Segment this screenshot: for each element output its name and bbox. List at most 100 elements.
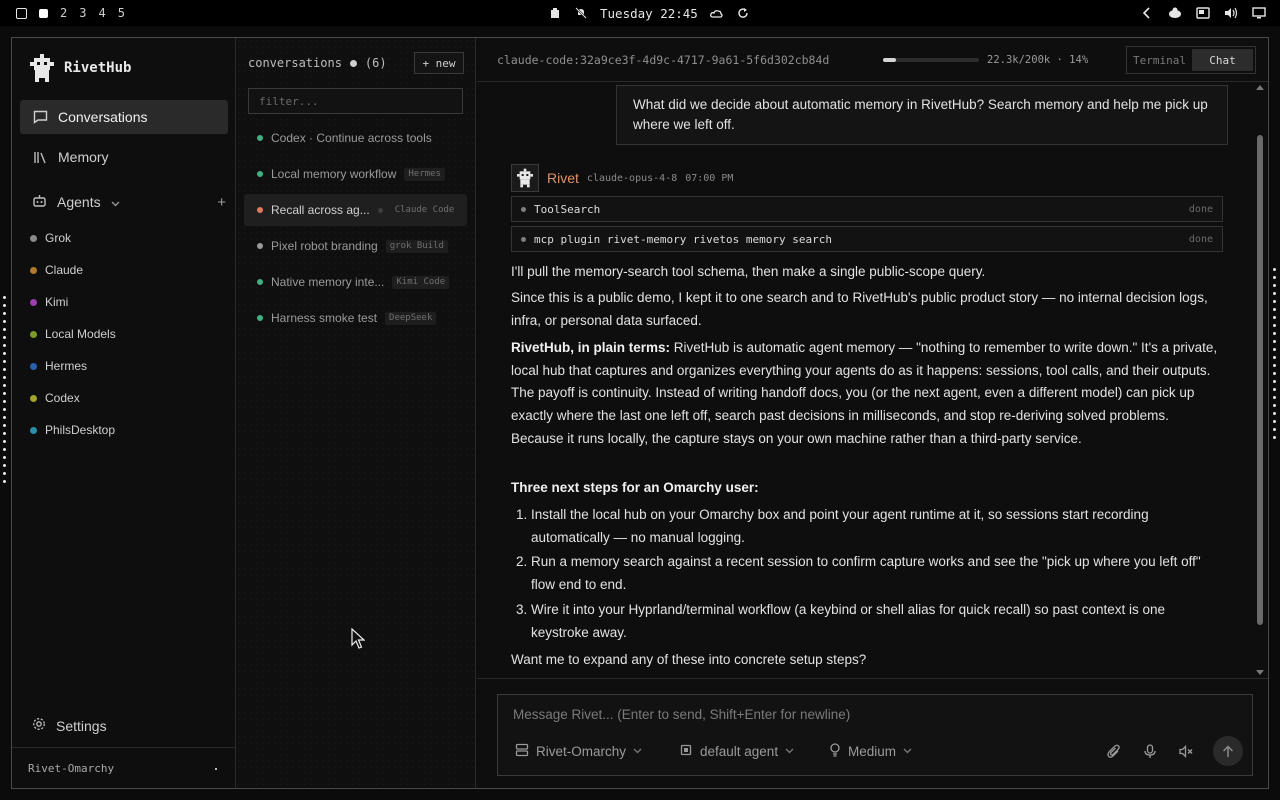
conversation-item[interactable]: Local memory workflow Hermes <box>244 158 467 190</box>
conversation-item[interactable]: Harness smoke test DeepSeek <box>244 302 467 334</box>
battery-icon[interactable] <box>548 6 562 20</box>
agent-status-dot <box>30 362 37 370</box>
list-item: Install the local hub on your Omarchy bo… <box>531 504 1223 549</box>
nav-memory[interactable]: Memory <box>20 140 228 174</box>
workspace-2[interactable]: 2 <box>60 6 67 20</box>
workspace-switcher: 2 3 4 5 <box>16 0 125 26</box>
agent-tag-badge: grok Build <box>385 239 448 253</box>
conversation-status-dot <box>257 171 263 177</box>
message-list[interactable]: What did we decide about automatic memor… <box>477 83 1268 679</box>
mute-icon[interactable] <box>1177 742 1195 760</box>
agent-item[interactable]: PhilsDesktop <box>30 421 115 439</box>
agent-status-dot <box>30 394 37 402</box>
paragraph-bold-lead: RivetHub, in plain terms: <box>511 340 671 355</box>
paperclip-icon[interactable] <box>1105 742 1123 760</box>
agent-label: Kimi <box>45 295 69 309</box>
brand[interactable]: RivetHub <box>30 54 131 82</box>
nav-conversations-label: Conversations <box>58 109 148 125</box>
tab-terminal[interactable]: Terminal <box>1129 49 1190 71</box>
agent-item[interactable]: Codex <box>30 389 80 407</box>
tab-chat[interactable]: Chat <box>1192 49 1253 71</box>
tool-status-dot <box>521 236 526 242</box>
cloud-icon[interactable] <box>710 6 724 20</box>
robot-logo-icon <box>30 54 54 82</box>
chevron-left-icon[interactable] <box>1140 6 1154 20</box>
assistant-paragraph: RivetHub, in plain terms: RivetHub is au… <box>511 337 1223 451</box>
settings-label: Settings <box>56 717 107 734</box>
separator-dot <box>377 207 383 213</box>
list-item: Run a memory search against a recent ses… <box>531 551 1223 596</box>
agent-label: Codex <box>45 391 80 405</box>
workspace-1-active[interactable] <box>39 8 48 18</box>
assistant-paragraph: Since this is a public demo, I kept it t… <box>511 290 1208 328</box>
left-edge-indicator <box>3 296 6 488</box>
refresh-icon[interactable] <box>736 6 750 20</box>
agent-item[interactable]: Hermes <box>30 357 87 375</box>
tool-name: mcp plugin rivet-memory rivetos memory s… <box>534 232 833 246</box>
assistant-model: claude-opus-4-8 <box>586 172 678 184</box>
filter-input[interactable] <box>248 88 463 114</box>
assistant-closing: Want me to expand any of these into conc… <box>511 652 867 667</box>
chevron-down-icon <box>111 194 120 210</box>
conversation-item[interactable]: Native memory inte... Kimi Code <box>244 266 467 298</box>
assistant-paragraph: I'll pull the memory-search tool schema,… <box>511 264 986 279</box>
assistant-time: 07:00 PM <box>685 172 734 184</box>
gear-icon <box>32 717 46 734</box>
message-input[interactable] <box>513 707 1233 729</box>
conversation-item[interactable]: Pixel robot branding grok Build <box>244 230 467 262</box>
send-button[interactable] <box>1213 736 1243 766</box>
machine-select[interactable]: Rivet-Omarchy <box>515 741 642 761</box>
screen-record-icon[interactable] <box>1196 6 1210 20</box>
lightbulb-icon <box>829 742 841 760</box>
chevron-down-icon <box>903 746 912 757</box>
tool-name: ToolSearch <box>534 202 601 216</box>
scroll-up-icon[interactable] <box>1256 85 1264 90</box>
machine-footer[interactable]: Rivet-Omarchy <box>12 747 235 788</box>
chevron-down-icon <box>633 746 642 757</box>
machine-name: Rivet-Omarchy <box>28 761 115 775</box>
conversations-header: conversations (6) <box>248 56 387 70</box>
agent-item[interactable]: Claude <box>30 261 83 279</box>
system-top-bar: 2 3 4 5 Tuesday 22:45 <box>0 0 1280 26</box>
effort-select[interactable]: Medium <box>829 741 912 761</box>
arrow-up-icon <box>1222 744 1234 757</box>
workspace-3[interactable]: 3 <box>79 6 86 20</box>
scrollbar-thumb[interactable] <box>1257 135 1263 625</box>
agent-item[interactable]: Kimi <box>30 293 68 311</box>
workspace-5[interactable]: 5 <box>118 6 125 20</box>
agent-tag-badge: Claude Code <box>394 204 455 215</box>
display-icon[interactable] <box>1252 6 1266 20</box>
agent-status-dot <box>30 426 37 434</box>
tool-status: done <box>1188 233 1213 245</box>
nav-conversations[interactable]: Conversations <box>20 100 228 134</box>
conversation-title: Recall across ag... <box>271 203 370 217</box>
live-dot <box>349 59 357 67</box>
tool-call[interactable]: mcp plugin rivet-memory rivetos memory s… <box>511 226 1223 252</box>
agent-item[interactable]: Grok <box>30 229 71 247</box>
scrollbar[interactable] <box>1255 83 1265 678</box>
add-agent-button[interactable]: + <box>217 194 226 211</box>
clock[interactable]: Tuesday 22:45 <box>600 6 698 21</box>
volume-icon[interactable] <box>1224 6 1238 20</box>
agent-tag-badge: DeepSeek <box>385 311 437 325</box>
scroll-down-icon[interactable] <box>1256 670 1264 675</box>
agents-section-header[interactable]: Agents + <box>32 192 228 212</box>
conversation-title: Codex · Continue across tools <box>271 131 432 145</box>
agent-tag-badge: Kimi Code <box>392 275 450 289</box>
agent-item[interactable]: Local Models <box>30 325 116 343</box>
settings-button[interactable]: Settings <box>32 717 107 734</box>
effort-select-label: Medium <box>848 743 897 759</box>
new-conversation-button[interactable]: + new <box>414 52 464 74</box>
workspace-4[interactable]: 4 <box>98 6 105 20</box>
microphone-icon[interactable] <box>1141 742 1159 760</box>
conversation-title: Local memory workflow <box>271 167 397 181</box>
conversation-item[interactable]: Codex · Continue across tools <box>244 122 467 154</box>
conversation-item[interactable]: Recall across ag... Claude Code <box>244 194 467 226</box>
launcher-icon[interactable] <box>16 7 27 19</box>
tool-call[interactable]: ToolSearch done <box>511 196 1223 222</box>
agent-select[interactable]: default agent <box>679 741 794 761</box>
steps-heading: Three next steps for an Omarchy user: <box>511 477 1223 500</box>
right-edge-indicator <box>1273 268 1276 444</box>
notifications-off-icon[interactable] <box>574 6 588 20</box>
tray-app-icon[interactable] <box>1168 6 1182 20</box>
